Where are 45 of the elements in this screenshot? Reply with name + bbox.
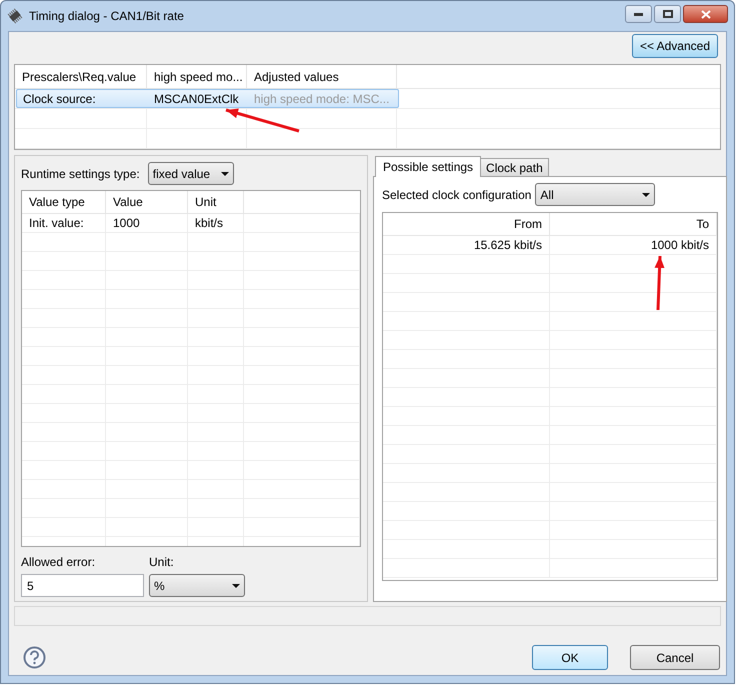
chip-icon <box>7 8 23 24</box>
dropdown-value: fixed value <box>152 166 210 182</box>
minimize-button[interactable] <box>625 5 652 23</box>
maximize-icon <box>662 10 672 18</box>
dropdown-value: All <box>540 186 554 204</box>
table-cell-text: MSCAN0ExtClk <box>153 90 240 107</box>
caret-icon <box>642 192 650 196</box>
caret-icon <box>232 584 240 588</box>
column-header[interactable]: Adjusted values <box>247 65 397 88</box>
help-icon[interactable] <box>23 646 46 669</box>
column-header[interactable]: Value type <box>22 191 106 213</box>
close-icon <box>700 10 710 18</box>
unit-label: Unit: <box>149 554 175 571</box>
table-cell: Init. value: <box>22 214 106 232</box>
table-cell-text: Clock source: <box>22 90 97 107</box>
table-cell: 15.625 kbit/s <box>383 236 550 254</box>
table-cell: 1000 <box>106 214 188 232</box>
column-header[interactable]: high speed mo... <box>147 65 247 88</box>
clock-configuration-label: Selected clock configuration <box>382 186 532 204</box>
tab[interactable]: Possible settings <box>375 156 482 177</box>
runtime-type-dropdown[interactable]: fixed value <box>148 162 234 185</box>
allowed-error-field[interactable]: 5 <box>21 574 144 597</box>
column-header[interactable]: Unit <box>188 191 244 213</box>
minimize-icon <box>634 12 643 16</box>
clock-configuration-dropdown[interactable]: All <box>535 183 656 206</box>
column-header[interactable]: Value <box>106 191 188 213</box>
column-header[interactable]: Prescalers\Req.value <box>15 65 147 88</box>
allowed-error-label: Allowed error: <box>21 554 96 571</box>
column-header[interactable]: To <box>550 213 717 235</box>
cancel-button[interactable]: Cancel <box>630 645 720 670</box>
tab[interactable]: Clock path <box>480 158 549 176</box>
table-cell-text: high speed mode: MSC... <box>253 90 390 107</box>
advanced-button[interactable]: << Advanced <box>632 34 718 58</box>
column-header[interactable]: From <box>383 213 550 235</box>
unit-dropdown[interactable]: % <box>149 574 245 597</box>
caret-icon <box>220 172 229 176</box>
close-button[interactable] <box>683 5 728 23</box>
table-cell: 1000 kbit/s <box>550 236 717 254</box>
maximize-button[interactable] <box>654 5 681 23</box>
annotation-arrow <box>654 256 665 310</box>
dropdown-value: % <box>154 578 165 594</box>
runtime-settings-label: Runtime settings type: <box>21 166 140 182</box>
ok-button[interactable]: OK <box>532 645 608 670</box>
table-cell: kbit/s <box>188 214 244 232</box>
window-title: Timing dialog - CAN1/Bit rate <box>29 8 184 25</box>
